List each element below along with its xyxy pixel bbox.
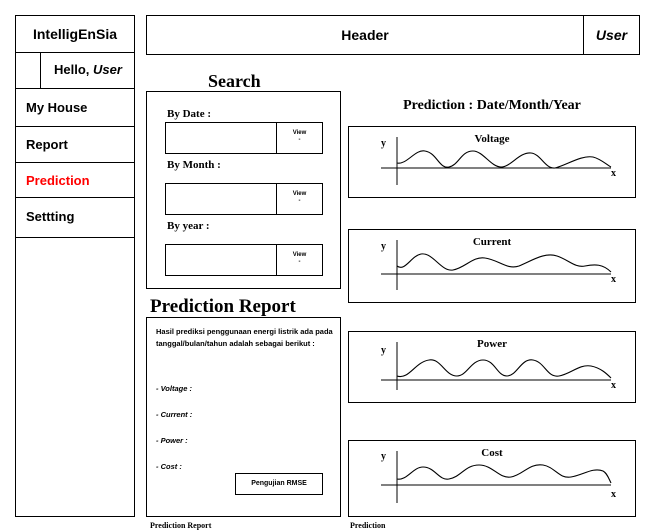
search-title: Search: [208, 71, 261, 91]
wave-graph: [381, 451, 612, 503]
sidebar-item-my-house[interactable]: My House: [16, 89, 134, 127]
greeting-prefix: Hello,: [54, 62, 94, 77]
report-panel: Hasil prediksi penggunaan energi listrik…: [146, 317, 341, 517]
y-axis-label: y: [381, 451, 386, 462]
y-axis-label: y: [381, 345, 386, 356]
report-current: - Current :: [156, 410, 193, 419]
sidebar-item-label: Report: [26, 137, 68, 152]
header-user-link[interactable]: User: [584, 16, 639, 54]
search-panel: By Date : View - By Month : View - By year…: [146, 91, 341, 289]
greeting-row: Hello, User: [16, 53, 134, 89]
by-year-label: By year :: [167, 220, 210, 232]
greeting-text: Hello, User: [54, 62, 122, 77]
cost-chart: Cost y x: [348, 440, 636, 517]
view-date-button[interactable]: View -: [276, 123, 322, 153]
report-power: - Power :: [156, 436, 188, 445]
sidebar-item-prediction[interactable]: Prediction: [16, 163, 134, 198]
current-chart: Current y x: [348, 229, 636, 303]
rmse-button[interactable]: Pengujian RMSE: [235, 473, 323, 495]
view-year-button[interactable]: View -: [276, 245, 322, 275]
y-axis-label: y: [381, 138, 386, 149]
sidebar-item-label: Settting: [26, 209, 75, 224]
y-axis-label: y: [381, 241, 386, 252]
date-input[interactable]: View -: [165, 122, 323, 154]
view-month-button[interactable]: View -: [276, 184, 322, 214]
wave-graph: [381, 240, 612, 290]
header-title: Header: [341, 27, 389, 43]
report-voltage: - Voltage :: [156, 384, 192, 393]
wave-graph: [381, 137, 612, 185]
by-month-label: By Month :: [167, 159, 221, 171]
power-chart: Power y x: [348, 331, 636, 403]
x-axis-label: x: [611, 489, 616, 500]
voltage-chart: Voltage y x: [348, 126, 636, 198]
x-axis-label: x: [611, 380, 616, 391]
header-bar: Header User: [146, 15, 640, 55]
x-axis-label: x: [611, 274, 616, 285]
wave-graph: [381, 342, 612, 390]
sidebar-item-label: Prediction: [26, 173, 90, 188]
greeting-divider: [40, 53, 41, 88]
report-title: Prediction Report: [150, 296, 296, 317]
sidebar-item-report[interactable]: Report: [16, 127, 134, 163]
report-text: Hasil prediksi penggunaan energi listrik…: [156, 327, 333, 348]
year-input[interactable]: View -: [165, 244, 323, 276]
report-cost: - Cost :: [156, 462, 182, 471]
by-date-label: By Date :: [167, 108, 211, 120]
sidebar-item-label: My House: [26, 100, 88, 115]
prediction-title: Prediction : Date/Month/Year: [403, 98, 581, 113]
x-axis-label: x: [611, 168, 616, 179]
month-input[interactable]: View -: [165, 183, 323, 215]
sidebar-item-setting[interactable]: Settting: [16, 198, 134, 238]
greeting-user: User: [93, 62, 122, 77]
sidebar: IntelligEnSia Hello, User My House Repor…: [15, 15, 135, 517]
app-name: IntelligEnSia: [16, 16, 134, 53]
